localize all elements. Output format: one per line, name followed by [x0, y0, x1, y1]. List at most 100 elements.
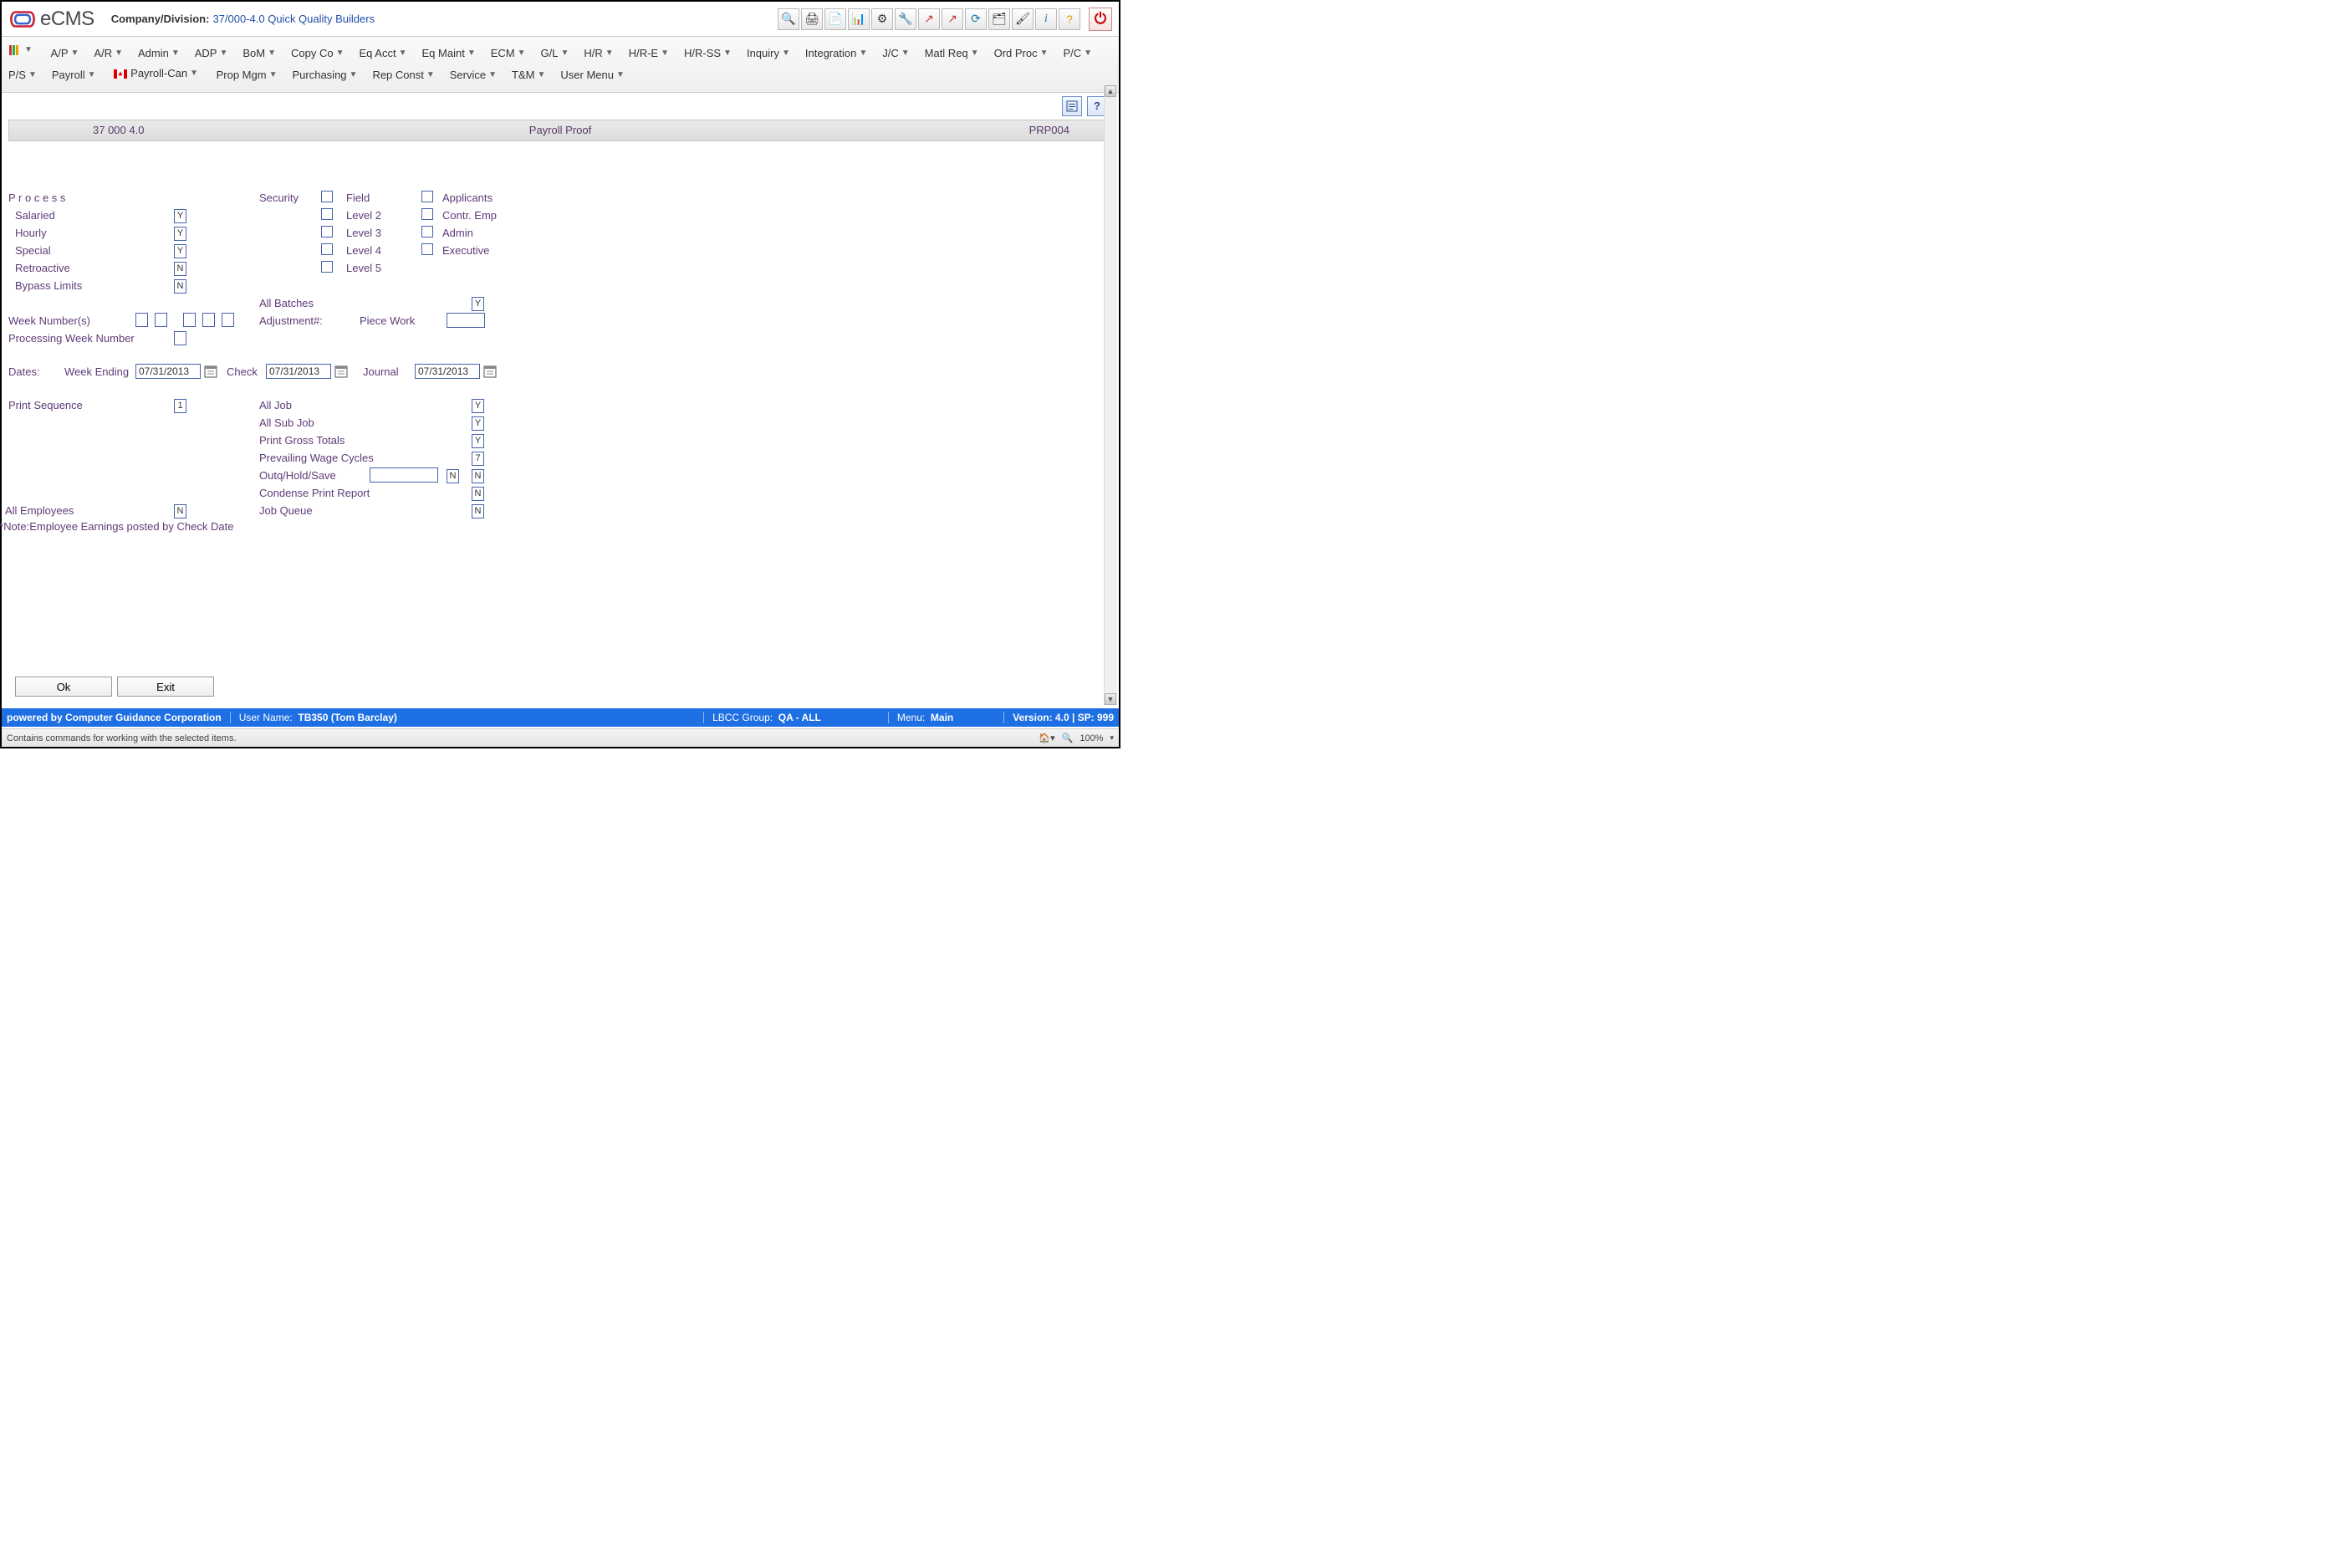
calendar-icon[interactable]: [334, 365, 348, 378]
scroll-up-icon[interactable]: ▲: [1105, 85, 1116, 97]
brush-icon[interactable]: 🖌: [1012, 8, 1034, 30]
menu-ord-proc[interactable]: Ord Proc▼: [994, 43, 1049, 64]
trend-up-icon[interactable]: ↗: [918, 8, 940, 30]
all-employees-input[interactable]: N: [174, 504, 186, 518]
journal-date-input[interactable]: [415, 364, 480, 379]
menu-eq-maint[interactable]: Eq Maint▼: [422, 43, 476, 64]
security-label: Security: [259, 192, 299, 204]
special-input[interactable]: Y: [174, 244, 186, 258]
wrench-icon[interactable]: 🔧: [895, 8, 916, 30]
week-num-2[interactable]: [155, 313, 167, 327]
main-menu: ▼ A/P▼ A/R▼ Admin▼ ADP▼ BoM▼ Copy Co▼ Eq Acct▼…: [2, 37, 1119, 93]
print-sequence-input[interactable]: 1: [174, 399, 186, 413]
files-icon[interactable]: 🗂: [988, 8, 1010, 30]
scroll-down-icon[interactable]: ▼: [1105, 693, 1116, 705]
job-queue-input[interactable]: N: [472, 504, 484, 518]
menu-user-menu[interactable]: User Menu▼: [560, 65, 624, 85]
security-l2-check[interactable]: [321, 208, 333, 220]
menu-g-l[interactable]: G/L▼: [541, 43, 569, 64]
prevailing-input[interactable]: 7: [472, 452, 484, 466]
menu-payroll[interactable]: Payroll▼: [52, 65, 96, 85]
sec-contremp-check[interactable]: [421, 208, 433, 220]
sec-applicants-check[interactable]: [421, 191, 433, 202]
button-bar: Ok Exit: [15, 677, 214, 697]
menu-a-r[interactable]: A/R▼: [94, 43, 123, 64]
menu-integration[interactable]: Integration▼: [805, 43, 867, 64]
outq-text-input[interactable]: [370, 467, 438, 483]
menu-icon-apps[interactable]: ▼: [8, 40, 33, 60]
menu-h-r-e[interactable]: H/R-E▼: [629, 43, 669, 64]
notes-icon[interactable]: 📄: [824, 8, 846, 30]
menu-bom[interactable]: BoM▼: [242, 43, 276, 64]
gear-icon[interactable]: ⚙: [871, 8, 893, 30]
refresh-icon[interactable]: ⟳: [965, 8, 987, 30]
lbcc-label: LBCC Group:: [712, 712, 773, 723]
all-sub-job-input[interactable]: Y: [472, 416, 484, 431]
print-icon[interactable]: 🖨: [801, 8, 823, 30]
sec-applicants-label: Applicants: [442, 192, 493, 204]
week-num-3[interactable]: [183, 313, 196, 327]
menu-j-c[interactable]: J/C▼: [882, 43, 909, 64]
all-job-input[interactable]: Y: [472, 399, 484, 413]
menu-h-r[interactable]: H/R▼: [584, 43, 613, 64]
info-icon[interactable]: i: [1035, 8, 1057, 30]
processing-week-input[interactable]: [174, 331, 186, 345]
calendar-icon[interactable]: [483, 365, 497, 378]
zoom-icon[interactable]: 🔍: [1062, 733, 1074, 743]
exit-button[interactable]: Exit: [117, 677, 214, 697]
sec-admin-check[interactable]: [421, 226, 433, 237]
menu-rep-const[interactable]: Rep Const▼: [372, 65, 434, 85]
outq-hold-input[interactable]: N: [447, 469, 459, 483]
week-ending-input[interactable]: [135, 364, 201, 379]
trend-up2-icon[interactable]: ↗: [942, 8, 963, 30]
check-date-input[interactable]: [266, 364, 331, 379]
menu-t-m[interactable]: T&M▼: [512, 65, 545, 85]
sec-executive-check[interactable]: [421, 243, 433, 255]
piece-work-input[interactable]: [447, 313, 485, 328]
outq-save-input[interactable]: N: [472, 469, 484, 483]
print-sequence-label: Print Sequence: [8, 399, 83, 411]
menu-ecm[interactable]: ECM▼: [491, 43, 526, 64]
power-icon[interactable]: ⏻: [1089, 8, 1112, 31]
all-batches-input[interactable]: Y: [472, 297, 484, 311]
menu-eq-acct[interactable]: Eq Acct▼: [360, 43, 407, 64]
menu-purchasing[interactable]: Purchasing▼: [292, 65, 357, 85]
week-num-1[interactable]: [135, 313, 148, 327]
hourly-input[interactable]: Y: [174, 227, 186, 241]
condense-input[interactable]: N: [472, 487, 484, 501]
bypass-limits-input[interactable]: N: [174, 279, 186, 294]
menu-copy-co[interactable]: Copy Co▼: [291, 43, 344, 64]
week-num-4[interactable]: [202, 313, 215, 327]
search-icon[interactable]: 🔍: [778, 8, 799, 30]
menu-payroll-can[interactable]: Payroll-Can▼: [114, 64, 198, 84]
menu-a-p[interactable]: A/P▼: [51, 43, 79, 64]
security-l5-check[interactable]: [321, 261, 333, 273]
salaried-input[interactable]: Y: [174, 209, 186, 223]
help-icon[interactable]: ?: [1059, 8, 1080, 30]
ok-button[interactable]: Ok: [15, 677, 112, 697]
week-num-5[interactable]: [222, 313, 234, 327]
condense-label: Condense Print Report: [259, 487, 370, 499]
sec-l5-label: Level 5: [346, 262, 381, 274]
menu-p-s[interactable]: P/S▼: [8, 65, 37, 85]
word-export-icon[interactable]: [1062, 96, 1082, 116]
menu-prop-mgm[interactable]: Prop Mgm▼: [217, 65, 278, 85]
menu-admin[interactable]: Admin▼: [138, 43, 180, 64]
menu-matl-req[interactable]: Matl Req▼: [925, 43, 979, 64]
username-label: User Name:: [239, 712, 293, 723]
menu-service[interactable]: Service▼: [450, 65, 497, 85]
vertical-scrollbar[interactable]: ▲ ▼: [1104, 85, 1117, 705]
security-field-check[interactable]: [321, 191, 333, 202]
menu-p-c[interactable]: P/C▼: [1064, 43, 1093, 64]
menu-adp[interactable]: ADP▼: [195, 43, 228, 64]
gantt-icon[interactable]: 📊: [848, 8, 870, 30]
menu-inquiry[interactable]: Inquiry▼: [747, 43, 790, 64]
print-gross-input[interactable]: Y: [472, 434, 484, 448]
security-l4-check[interactable]: [321, 243, 333, 255]
security-l3-check[interactable]: [321, 226, 333, 237]
calendar-icon[interactable]: [204, 365, 217, 378]
bypass-limits-label: Bypass Limits: [15, 279, 82, 292]
retroactive-input[interactable]: N: [174, 262, 186, 276]
menu-h-r-ss[interactable]: H/R-SS▼: [684, 43, 732, 64]
security-zone-icon[interactable]: 🏠▾: [1039, 733, 1054, 743]
